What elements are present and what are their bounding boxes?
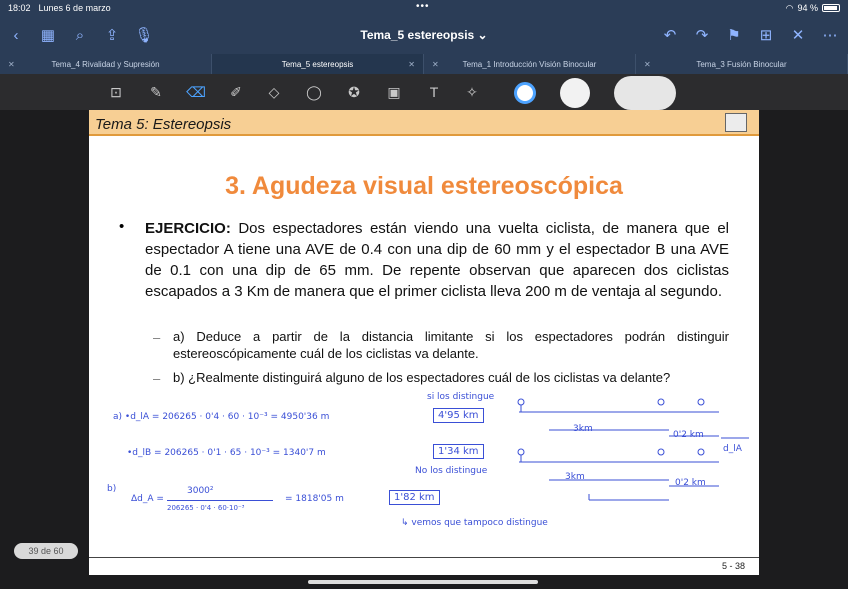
redo-icon[interactable]: ↷ xyxy=(692,25,712,45)
status-bar: 18:02 Lunes 6 de marzo ••• ◠ 94 % xyxy=(0,0,848,16)
tab-tema4[interactable]: ✕ Tema_4 Rivalidad y Supresión xyxy=(0,54,212,74)
battery-icon xyxy=(822,4,840,12)
back-icon[interactable]: ‹ xyxy=(6,25,26,45)
pen-icon[interactable]: ✎ xyxy=(146,82,166,102)
fraction-bar xyxy=(167,500,273,501)
image-icon[interactable]: ▣ xyxy=(384,82,404,102)
note-distingue: si los distingue xyxy=(427,392,495,402)
search-icon[interactable]: ⌕ xyxy=(70,25,90,45)
calc-b-rhs: = 1818'05 m xyxy=(285,494,344,504)
sketch-label-02km-1: 0'2 km xyxy=(673,430,704,440)
sketch-label-02km-2: 0'2 km xyxy=(675,478,706,488)
dash-icon: – xyxy=(153,330,161,345)
eraser-icon[interactable]: ⌫ xyxy=(186,82,206,102)
color-swatch-selected[interactable] xyxy=(514,82,536,104)
tab-tema1[interactable]: ✕ Tema_1 Introducción Visión Binocular xyxy=(424,54,636,74)
exercise-text: EJERCICIO: Dos espectadores están viendo… xyxy=(145,220,729,300)
shapes-icon[interactable]: ◇ xyxy=(264,82,284,102)
sticker-icon[interactable]: ✪ xyxy=(344,82,364,102)
calc-b-numerator: 3000² xyxy=(187,486,214,496)
status-date: Lunes 6 de marzo xyxy=(38,3,111,13)
close-icon[interactable]: ✕ xyxy=(788,25,808,45)
sketch-label-3km-2: 3km xyxy=(565,472,585,482)
note-no-distingue: No los distingue xyxy=(415,466,488,476)
slide-header-title: Tema 5: Estereopsis xyxy=(95,116,232,133)
undo-icon[interactable]: ↶ xyxy=(660,25,680,45)
home-indicator[interactable] xyxy=(308,580,538,584)
tab-tema3[interactable]: ✕ Tema_3 Fusión Binocular xyxy=(636,54,848,74)
cyclist-sketch xyxy=(517,398,749,501)
university-logo xyxy=(725,113,747,132)
calc-a-line1: a) •d_lA = 206265 · 0'4 · 60 · 10⁻³ = 49… xyxy=(113,412,330,422)
text-select-icon[interactable]: ⊡ xyxy=(106,82,126,102)
textbox-icon[interactable]: T xyxy=(424,82,444,102)
slide-number: 5 - 38 xyxy=(721,561,745,571)
battery-percent: 94 % xyxy=(797,3,818,13)
question-b: b) ¿Realmente distinguirá alguno de los … xyxy=(173,370,671,385)
slide-header: Tema 5: Estereopsis xyxy=(89,110,759,136)
calc-a-line2: •d_lB = 206265 · 0'1 · 65 · 10⁻³ = 1340'… xyxy=(127,448,326,458)
slide-page: Tema 5: Estereopsis 3. Agudeza visual es… xyxy=(89,110,759,575)
bookmark-icon[interactable]: ⚑ xyxy=(724,25,744,45)
multitask-dots-icon[interactable]: ••• xyxy=(416,1,430,12)
nav-bar: ‹ ▦ ⌕ ⇪ 🎙 Tema_5 estereopsis ⌄ ↶ ↷ ⚑ ⊞ ✕… xyxy=(0,16,848,54)
sketch-label-3km-1: 3km xyxy=(573,424,593,434)
thickness-swatch[interactable] xyxy=(614,76,676,110)
calc-b-denominator: 206265 · 0'4 · 60·10⁻³ xyxy=(167,504,245,512)
close-icon[interactable]: ✕ xyxy=(8,60,15,69)
status-time: 18:02 xyxy=(8,3,31,13)
microphone-icon[interactable]: 🎙 xyxy=(134,25,154,45)
answer-box-3: 1'82 km xyxy=(389,490,440,505)
annotation-toolbar: ⊡ ✎ ⌫ ✐ ◇ ◯ ✪ ▣ T ✧ xyxy=(0,74,848,110)
close-icon[interactable]: ✕ xyxy=(408,60,415,69)
laser-icon[interactable]: ✧ xyxy=(462,82,482,102)
add-page-icon[interactable]: ⊞ xyxy=(756,25,776,45)
share-icon[interactable]: ⇪ xyxy=(102,25,122,45)
calc-b-prefix: b) xyxy=(107,484,117,494)
exercise-label: EJERCICIO: xyxy=(145,220,231,237)
highlighter-icon[interactable]: ✐ xyxy=(226,82,246,102)
bullet-icon: • xyxy=(119,218,125,235)
color-swatch-white[interactable] xyxy=(560,78,590,108)
grid-icon[interactable]: ▦ xyxy=(38,25,58,45)
calc-b-lhs: Δd_A = xyxy=(131,494,164,504)
slide-title: 3. Agudeza visual estereoscópica xyxy=(225,172,623,200)
tab-bar: ✕ Tema_4 Rivalidad y Supresión Tema_5 es… xyxy=(0,54,848,74)
close-icon[interactable]: ✕ xyxy=(432,60,439,69)
slide-footer-line xyxy=(89,557,759,558)
wifi-icon: ◠ xyxy=(785,2,794,13)
tab-tema5[interactable]: Tema_5 estereopsis ✕ xyxy=(212,54,424,74)
more-icon[interactable]: ⋯ xyxy=(820,25,840,45)
dash-icon: – xyxy=(153,371,161,386)
close-icon[interactable]: ✕ xyxy=(644,60,651,69)
page-indicator[interactable]: 39 de 60 xyxy=(14,543,78,559)
lasso-icon[interactable]: ◯ xyxy=(304,82,324,102)
answer-box-1: 4'95 km xyxy=(433,408,484,423)
question-a: a) Deduce a partir de la distancia limit… xyxy=(173,329,729,361)
answer-box-2: 1'34 km xyxy=(433,444,484,459)
sketch-label-dla: d_lA xyxy=(723,444,742,454)
